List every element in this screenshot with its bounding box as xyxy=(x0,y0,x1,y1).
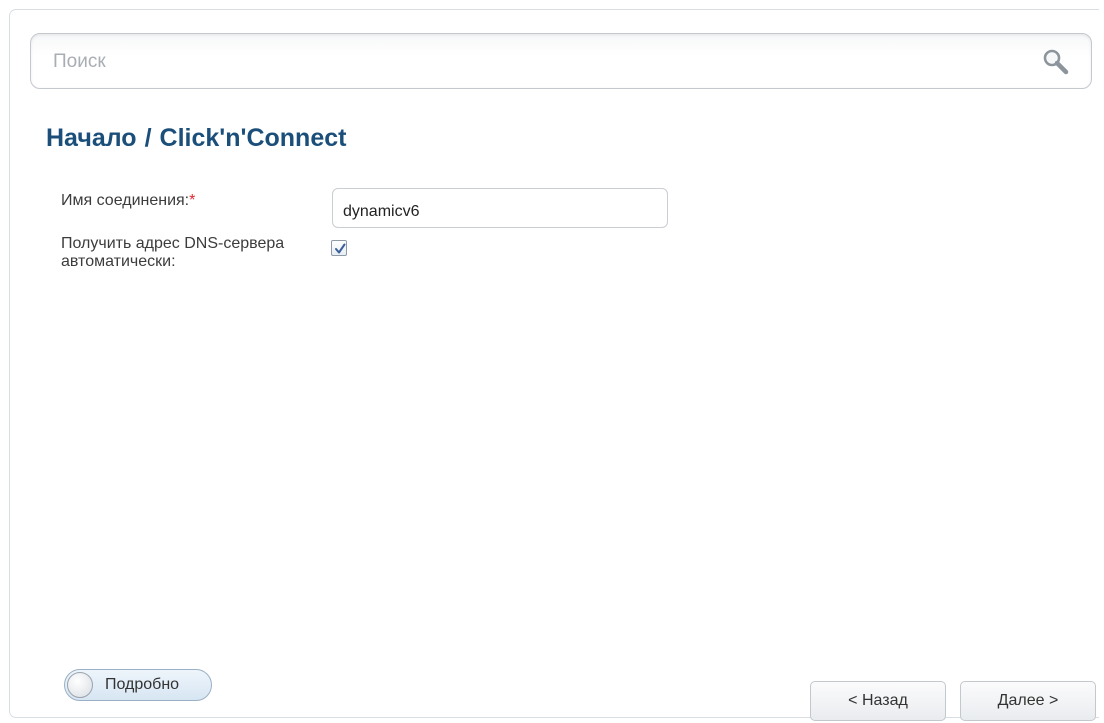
search-icon[interactable] xyxy=(1041,47,1071,77)
dns-auto-label: Получить адрес DNS-сервера автоматически… xyxy=(61,235,284,271)
search-box xyxy=(30,33,1092,89)
breadcrumb: Начало / Click'n'Connect xyxy=(46,124,346,153)
connection-name-field[interactable] xyxy=(332,188,668,228)
checkmark-icon xyxy=(335,243,346,254)
next-button[interactable]: Далее > xyxy=(960,681,1096,721)
search-input[interactable] xyxy=(53,48,1013,76)
back-button[interactable]: < Назад xyxy=(810,681,946,721)
advanced-toggle[interactable]: Подробно xyxy=(64,669,212,701)
dns-auto-label-line1: Получить адрес DNS-сервера xyxy=(61,235,285,252)
dns-auto-checkbox[interactable] xyxy=(331,240,347,256)
main-panel xyxy=(9,9,1099,718)
required-mark: * xyxy=(189,192,196,209)
breadcrumb-current: Click'n'Connect xyxy=(159,124,347,152)
connection-name-label: Имя соединения:* xyxy=(61,192,195,210)
toggle-knob xyxy=(67,672,93,698)
breadcrumb-root[interactable]: Начало xyxy=(46,124,137,152)
connection-name-label-text: Имя соединения: xyxy=(61,192,190,209)
dns-auto-label-line2: автоматически: xyxy=(61,253,176,270)
advanced-toggle-label: Подробно xyxy=(105,676,180,693)
breadcrumb-separator: / xyxy=(144,124,152,152)
